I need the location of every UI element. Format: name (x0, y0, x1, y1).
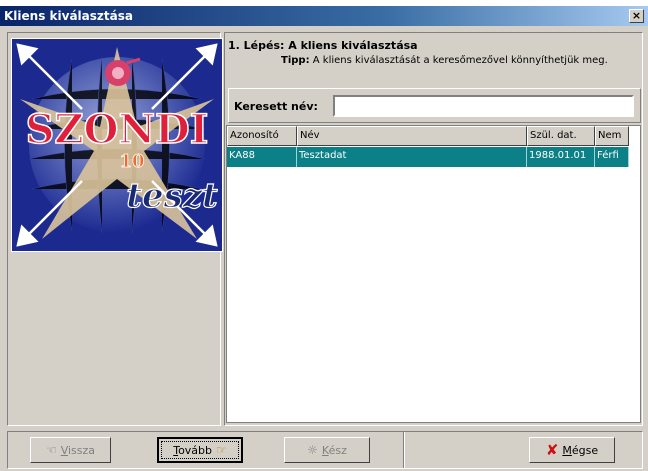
content-panel: 1. Lépés: A kliens kiválasztása Tipp: A … (224, 32, 643, 426)
next-button-label: Tovább (173, 443, 213, 457)
cell-id: KA88 (227, 147, 297, 167)
client-select-window: Kliens kiválasztása × SZONDI 10 teszt 1.… (0, 6, 648, 471)
szondi-logo: SZONDI 10 teszt (11, 38, 223, 252)
red-x-icon: ✘ (545, 441, 559, 459)
search-input[interactable] (333, 95, 634, 117)
logo-number: 10 (119, 151, 144, 172)
next-button[interactable]: Tovább ☞ (157, 437, 243, 463)
client-table: Azonosító Név Szül. dat. Nem KA88 Teszta… (226, 125, 641, 423)
tip-label: Tipp: (281, 55, 310, 66)
column-header-id[interactable]: Azonosító (227, 126, 297, 146)
cancel-button-label: Mégse (562, 443, 599, 457)
title-bar[interactable]: Kliens kiválasztása × (0, 6, 648, 26)
logo-word: SZONDI (26, 106, 209, 153)
tip-body: A kliens kiválasztását a keresőmezővel k… (312, 55, 608, 66)
table-row[interactable]: KA88 Tesztadat 1988.01.01 Férfi (227, 147, 629, 167)
done-button[interactable]: ☼ Kész (284, 437, 370, 463)
hand-left-icon: ☜ (45, 443, 57, 457)
sidebar-panel: SZONDI 10 teszt (7, 32, 223, 426)
window-title: Kliens kiválasztása (4, 9, 133, 23)
close-button[interactable]: × (629, 9, 644, 23)
column-header-sex[interactable]: Nem (595, 126, 629, 146)
table-header: Azonosító Név Szül. dat. Nem (227, 126, 629, 146)
cell-birthdate: 1988.01.01 (527, 147, 595, 167)
footer-divider (403, 432, 405, 468)
done-button-label: Kész (321, 443, 347, 457)
cell-sex: Férfi (595, 147, 629, 167)
column-header-birthdate[interactable]: Szül. dat. (527, 126, 595, 146)
cell-name: Tesztadat (297, 147, 527, 167)
search-group: Keresett név: (228, 88, 641, 123)
tip-text: Tipp: A kliens kiválasztását a keresőmez… (281, 55, 608, 66)
search-label: Keresett név: (234, 100, 318, 113)
button-bar: ☜ Vissza Tovább ☞ ☼ Kész ✘ Mégse (7, 431, 643, 469)
logo-script: teszt (126, 176, 218, 216)
hand-right-icon: ☞ (216, 443, 227, 457)
step-title: 1. Lépés: A kliens kiválasztása (228, 39, 418, 52)
back-button[interactable]: ☜ Vissza (30, 437, 111, 463)
column-header-name[interactable]: Név (297, 126, 527, 146)
back-button-label: Vissza (60, 443, 96, 457)
cancel-button[interactable]: ✘ Mégse (529, 437, 615, 463)
lightbulb-icon: ☼ (307, 443, 318, 457)
